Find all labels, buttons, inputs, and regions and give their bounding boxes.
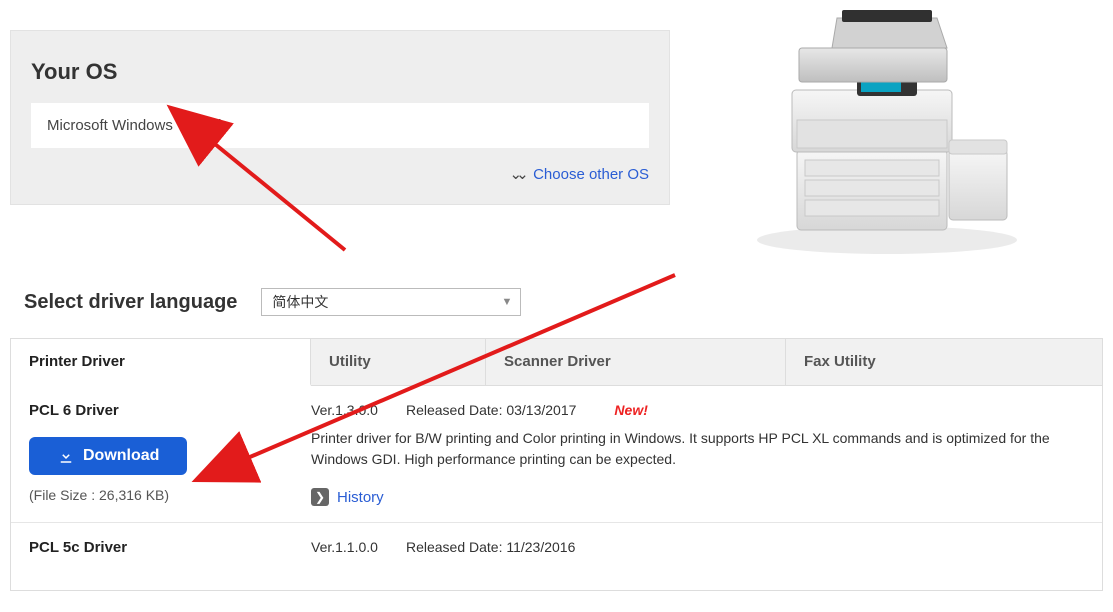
tab-fax-utility[interactable]: Fax Utility <box>786 339 1102 385</box>
driver-name: PCL 6 Driver <box>29 402 311 419</box>
file-size: (File Size : 26,316 KB) <box>29 487 311 503</box>
new-badge: New! <box>614 402 647 418</box>
download-button[interactable]: Download <box>29 437 187 475</box>
history-link[interactable]: ❯ History <box>311 488 384 506</box>
os-panel-title: Your OS <box>31 59 649 85</box>
choose-other-os-link[interactable]: Choose other OS <box>533 166 649 183</box>
driver-description: Printer driver for B/W printing and Colo… <box>311 428 1084 470</box>
tab-utility[interactable]: Utility <box>311 339 486 385</box>
chevron-down-icon <box>509 167 522 182</box>
driver-name: PCL 5c Driver <box>29 539 311 556</box>
driver-released-date: Released Date: 11/23/2016 <box>406 539 575 555</box>
driver-item: PCL 5c Driver Ver.1.1.0.0 Released Date:… <box>11 523 1102 590</box>
driver-category-tabs: Printer Driver Utility Scanner Driver Fa… <box>10 338 1103 385</box>
tab-printer-driver[interactable]: Printer Driver <box>11 339 311 386</box>
driver-version: Ver.1.1.0.0 <box>311 539 378 555</box>
language-selected-option: 简体中文 <box>272 292 328 312</box>
tab-scanner-driver[interactable]: Scanner Driver <box>486 339 786 385</box>
driver-version: Ver.1.3.0.0 <box>311 402 378 418</box>
chevron-down-icon: ▼ <box>502 296 513 308</box>
download-button-label: Download <box>83 447 159 465</box>
language-select[interactable]: 简体中文 ▼ <box>261 288 521 316</box>
driver-released-date: Released Date: 03/13/2017 <box>406 402 576 418</box>
os-selected-value: Microsoft Windows 7 (x64) <box>31 103 649 148</box>
tab-content: PCL 6 Driver Download (File Size : 26,31… <box>10 385 1103 591</box>
product-image <box>670 0 1103 260</box>
chevron-right-icon: ❯ <box>311 488 329 506</box>
language-label: Select driver language <box>24 291 237 314</box>
download-icon <box>57 447 75 465</box>
driver-item: PCL 6 Driver Download (File Size : 26,31… <box>11 386 1102 523</box>
os-panel: Your OS Microsoft Windows 7 (x64) Choose… <box>10 30 670 205</box>
history-link-label: History <box>337 489 384 506</box>
